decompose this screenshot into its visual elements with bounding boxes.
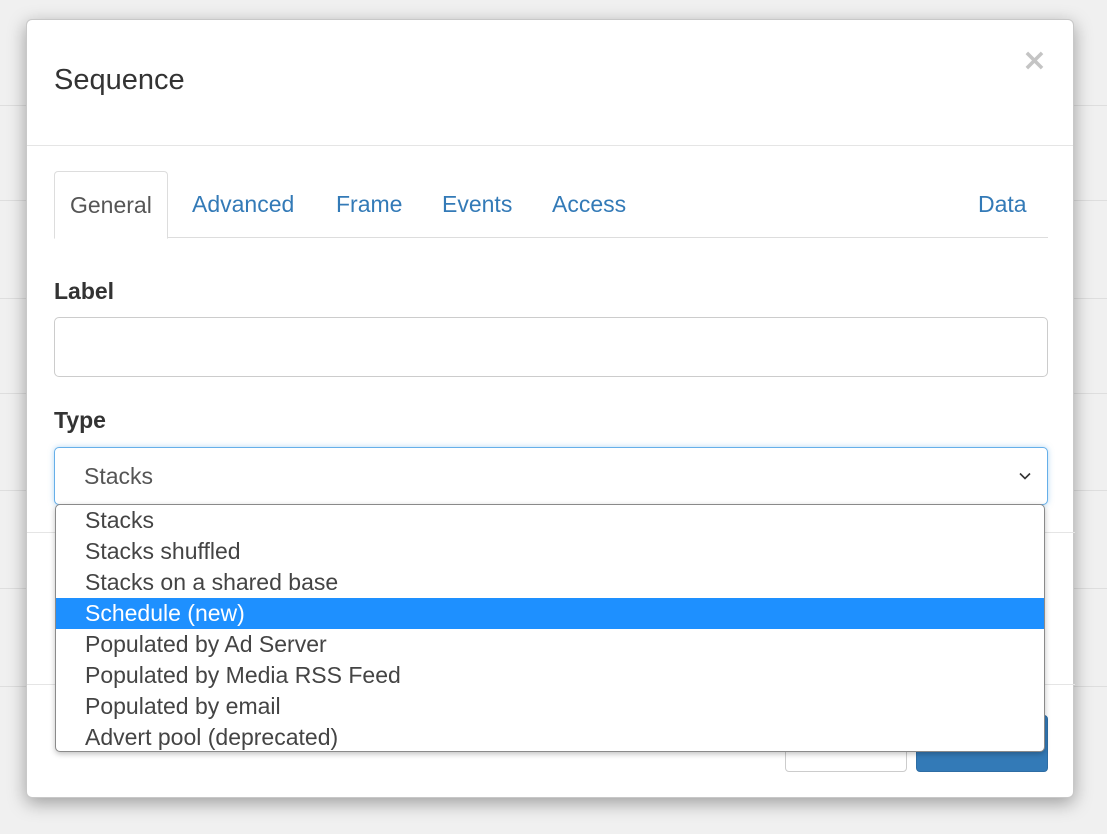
tab-data[interactable]: Data: [963, 171, 1042, 238]
type-field-label: Type: [54, 407, 106, 433]
tab-events[interactable]: Events: [427, 171, 527, 238]
tab-access[interactable]: Access: [537, 171, 641, 238]
tab-frame[interactable]: Frame: [321, 171, 417, 238]
dropdown-option-highlighted[interactable]: Schedule (new): [56, 598, 1044, 629]
dropdown-option[interactable]: Populated by Media RSS Feed: [56, 660, 1044, 691]
close-icon[interactable]: ×: [1022, 46, 1047, 76]
modal-header: Sequence ×: [27, 20, 1073, 146]
dropdown-option[interactable]: Stacks: [56, 505, 1044, 536]
dropdown-option[interactable]: Advert pool (deprecated): [56, 722, 1044, 751]
dropdown-option[interactable]: Stacks on a shared base: [56, 567, 1044, 598]
label-input[interactable]: [54, 317, 1048, 377]
type-select-value: Stacks: [84, 463, 154, 489]
type-dropdown-list: Stacks Stacks shuffled Stacks on a share…: [55, 504, 1045, 752]
label-field-label: Label: [54, 278, 115, 304]
type-select[interactable]: Stacks: [54, 447, 1048, 505]
chevron-down-icon: [1019, 472, 1031, 480]
tab-bar: General Advanced Frame Events Access Dat…: [54, 171, 1048, 239]
dropdown-option[interactable]: Populated by email: [56, 691, 1044, 722]
tab-advanced[interactable]: Advanced: [177, 171, 309, 238]
dropdown-option[interactable]: Populated by Ad Server: [56, 629, 1044, 660]
tab-general[interactable]: General: [54, 171, 168, 239]
modal-title: Sequence: [54, 64, 185, 96]
dropdown-option[interactable]: Stacks shuffled: [56, 536, 1044, 567]
